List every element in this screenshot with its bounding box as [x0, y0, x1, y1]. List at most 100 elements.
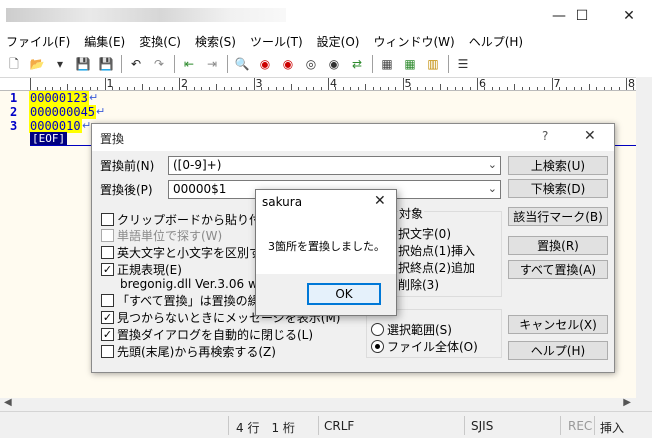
- toolbar-separator: [227, 55, 228, 73]
- scope-label: ファイル全体(O): [387, 340, 478, 354]
- cancel-button[interactable]: キャンセル(X): [508, 315, 608, 334]
- ruler-tick: [141, 84, 143, 90]
- line-text[interactable]: 000000045: [29, 105, 97, 119]
- search-icon[interactable]: 🔍: [233, 55, 251, 73]
- option-checkbox[interactable]: [101, 246, 114, 259]
- target-option[interactable]: 択始点(1)挿入: [398, 242, 475, 259]
- scroll-right-icon[interactable]: ▶: [623, 397, 631, 408]
- menu-tools[interactable]: ツール(T): [250, 33, 303, 50]
- mark-lines-button[interactable]: 該当行マーク(B): [508, 207, 608, 226]
- menu-search[interactable]: 検索(S): [195, 33, 236, 50]
- menu-edit[interactable]: 編集(E): [84, 33, 125, 50]
- ruler-tick: [52, 87, 54, 90]
- option-checkbox[interactable]: [101, 213, 114, 226]
- ok-button[interactable]: OK: [307, 283, 381, 305]
- ruler-label: 4: [330, 77, 337, 90]
- replace-all-button[interactable]: すべて置換(A): [508, 260, 608, 279]
- ruler-tick: [521, 87, 523, 90]
- option-checkbox[interactable]: ✓: [101, 263, 114, 276]
- grep-icon[interactable]: ◉: [325, 55, 343, 73]
- target-option[interactable]: 択文字(0): [398, 225, 451, 242]
- status-bar: 4 行 1 桁 CRLF SJIS REC 挿入: [0, 411, 652, 438]
- ruler-tick: [357, 87, 359, 90]
- dropdown-arrow-icon[interactable]: ▾: [51, 55, 69, 73]
- scope-radio[interactable]: [371, 340, 384, 353]
- outline-icon[interactable]: ▦: [378, 55, 396, 73]
- close-icon[interactable]: ✕: [584, 128, 596, 144]
- return-mark-icon: ↵: [89, 91, 99, 104]
- compare-icon[interactable]: ▥: [424, 55, 442, 73]
- target-group-label: 対象: [398, 205, 425, 222]
- settings-icon[interactable]: ☰: [454, 55, 472, 73]
- find-combo[interactable]: ([0-9]+) ⌄: [168, 156, 501, 175]
- ruler-tick: [283, 87, 285, 90]
- help-icon[interactable]: ?: [542, 129, 548, 143]
- replace-button[interactable]: 置換(R): [508, 236, 608, 255]
- menu-bar: ファイル(F) 編集(E) 変換(C) 検索(S) ツール(T) 設定(O) ウ…: [0, 31, 652, 51]
- jump-back-icon[interactable]: ⇤: [180, 55, 198, 73]
- ruler-tick: [119, 87, 121, 90]
- menu-convert[interactable]: 変換(C): [139, 33, 181, 50]
- ruler-tick: [491, 87, 493, 90]
- ruler-tick: [74, 87, 76, 90]
- menu-file[interactable]: ファイル(F): [6, 33, 70, 50]
- search-next-icon[interactable]: ◉: [279, 55, 297, 73]
- close-icon[interactable]: ✕: [374, 193, 386, 209]
- ruler-tick: [82, 87, 84, 90]
- menu-help[interactable]: ヘルプ(H): [469, 33, 523, 50]
- option-checkbox[interactable]: ✓: [101, 328, 114, 341]
- scope-radio[interactable]: [371, 323, 384, 336]
- line-number: 3: [10, 119, 18, 133]
- encoding: SJIS: [471, 419, 494, 433]
- scroll-left-icon[interactable]: ◀: [4, 397, 12, 408]
- ruler-tick: [603, 87, 605, 90]
- save-as-icon[interactable]: 💾: [97, 55, 115, 73]
- ruler-tick: [290, 84, 292, 90]
- ruler-tick: [268, 87, 270, 90]
- ruler-tick: [469, 87, 471, 90]
- save-icon[interactable]: 💾: [74, 55, 92, 73]
- target-option[interactable]: 択終点(2)追加: [398, 259, 475, 276]
- ruler-tick: [454, 87, 456, 90]
- search-marks-icon[interactable]: ◎: [302, 55, 320, 73]
- chevron-down-icon[interactable]: ⌄: [488, 158, 497, 171]
- toolbar-separator: [174, 55, 175, 73]
- undo-icon[interactable]: ↶: [127, 55, 145, 73]
- insert-mode: 挿入: [600, 421, 625, 435]
- redo-icon[interactable]: ↷: [150, 55, 168, 73]
- find-down-button[interactable]: 下検索(D): [508, 179, 608, 198]
- find-up-button[interactable]: 上検索(U): [508, 156, 608, 175]
- ruler-tick: [447, 87, 449, 90]
- open-folder-icon[interactable]: 📂: [28, 55, 46, 73]
- jump-forward-icon[interactable]: ⇥: [203, 55, 221, 73]
- tag-jump-icon[interactable]: ▦: [401, 55, 419, 73]
- ruler-label: 6: [479, 77, 486, 90]
- ruler-tick: [536, 87, 538, 90]
- option-checkbox[interactable]: [101, 294, 114, 307]
- ruler-tick: [246, 87, 248, 90]
- menu-window[interactable]: ウィンドウ(W): [373, 33, 454, 50]
- ruler-tick: [424, 87, 426, 90]
- menu-settings[interactable]: 設定(O): [317, 33, 360, 50]
- close-button[interactable]: ✕: [606, 0, 652, 31]
- ruler-tick: [30, 78, 31, 90]
- replace-label: 置換後(P): [100, 183, 153, 197]
- ruler-tick: [402, 78, 404, 90]
- ruler-tick: [581, 87, 583, 90]
- return-mark-icon: ↵: [96, 105, 106, 118]
- option-checkbox[interactable]: [101, 345, 114, 358]
- chevron-down-icon[interactable]: ⌄: [488, 182, 497, 195]
- line-text[interactable]: 00000123: [29, 91, 89, 105]
- line-text[interactable]: 0000010: [29, 119, 82, 133]
- search-prev-icon[interactable]: ◉: [256, 55, 274, 73]
- ruler-tick: [298, 87, 300, 90]
- help-button[interactable]: ヘルプ(H): [508, 341, 608, 360]
- new-file-icon[interactable]: 🗋: [5, 55, 23, 73]
- option-checkbox[interactable]: [101, 229, 114, 242]
- vertical-scrollbar[interactable]: [636, 77, 652, 398]
- maximize-button[interactable]: ☐: [559, 0, 605, 31]
- replace-icon[interactable]: ⇄: [348, 55, 366, 73]
- option-checkbox[interactable]: ✓: [101, 311, 114, 324]
- horizontal-scrollbar[interactable]: ◀ ▶: [0, 397, 636, 411]
- target-option[interactable]: 削除(3): [398, 276, 439, 293]
